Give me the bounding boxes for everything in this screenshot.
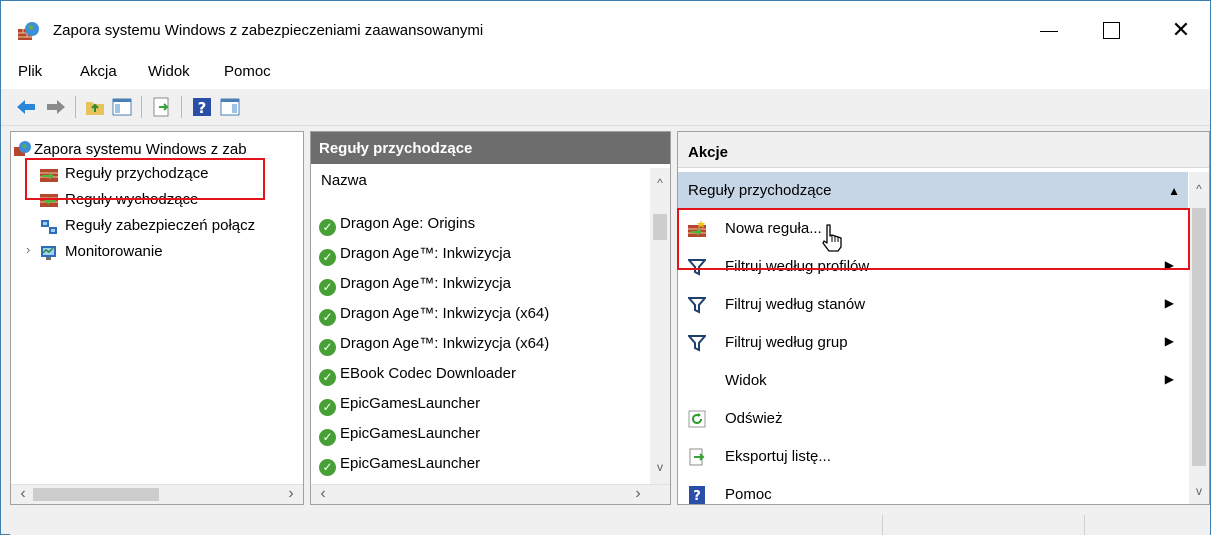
window-title: Zapora systemu Windows z zabezpieczeniam… — [53, 22, 484, 39]
menu-bar: Plik Akcja Widok Pomoc — [1, 59, 1210, 89]
svg-text:?: ? — [693, 489, 701, 504]
tree-item-connection-security[interactable]: Reguły zabezpieczeń połącz — [65, 217, 255, 234]
scroll-right-arrow-icon[interactable]: › — [628, 485, 648, 504]
action-refresh[interactable]: Odśwież — [678, 400, 1188, 438]
firewall-app-icon — [18, 22, 39, 40]
show-action-pane-icon[interactable] — [219, 96, 241, 118]
scroll-thumb[interactable] — [33, 488, 159, 501]
rules-vertical-scrollbar[interactable]: ^ v — [650, 168, 670, 486]
enabled-check-icon: ✓ — [319, 339, 336, 356]
filter-icon — [688, 297, 706, 314]
enabled-check-icon: ✓ — [319, 309, 336, 326]
actions-section-inbound[interactable]: Reguły przychodzące ▲ — [678, 172, 1188, 209]
toolbar-separator — [181, 96, 182, 118]
enabled-check-icon: ✓ — [319, 459, 336, 476]
enabled-check-icon: ✓ — [319, 399, 336, 416]
menu-pomoc[interactable]: Pomoc — [224, 63, 271, 80]
export-icon — [689, 448, 705, 466]
submenu-arrow-icon: ▶ — [1164, 372, 1174, 386]
show-hide-tree-icon[interactable] — [111, 96, 133, 118]
scroll-left-arrow-icon[interactable]: ‹ — [13, 485, 33, 504]
toolbar-separator — [75, 96, 76, 118]
help-icon[interactable]: ? — [191, 96, 213, 118]
rule-row[interactable]: ✓ Dragon Age™: Inkwizycja (x64) — [319, 335, 549, 356]
status-bar — [10, 511, 1210, 535]
enabled-check-icon: ✓ — [319, 219, 336, 236]
action-view[interactable]: Widok ▶ — [678, 362, 1188, 400]
scroll-down-arrow-icon[interactable]: v — [650, 458, 670, 477]
actions-pane: Akcje Reguły przychodzące ▲ Nowa reguła.… — [677, 131, 1210, 505]
scroll-up-arrow-icon[interactable]: ^ — [1189, 180, 1209, 199]
export-list-icon[interactable] — [151, 96, 173, 118]
rule-row[interactable]: ✓ Dragon Age: Origins — [319, 215, 475, 236]
action-filter-by-state[interactable]: Filtruj według stanów ▶ — [678, 286, 1188, 324]
highlight-inbound-rules — [25, 158, 265, 200]
enabled-check-icon: ✓ — [319, 279, 336, 296]
scroll-thumb[interactable] — [653, 214, 667, 240]
back-arrow-icon[interactable] — [15, 96, 37, 118]
scroll-right-arrow-icon[interactable]: › — [281, 485, 301, 504]
menu-akcja[interactable]: Akcja — [80, 63, 117, 80]
scroll-down-arrow-icon[interactable]: v — [1189, 482, 1209, 501]
svg-text:?: ? — [198, 99, 207, 117]
enabled-check-icon: ✓ — [319, 249, 336, 266]
column-header-name[interactable]: Nazwa — [311, 172, 367, 189]
action-export-list[interactable]: Eksportuj listę... — [678, 438, 1188, 476]
title-bar: Zapora systemu Windows z zabezpieczeniam… — [1, 1, 1210, 59]
rule-row[interactable]: ✓ EpicGamesLauncher — [319, 395, 480, 416]
actions-vertical-scrollbar[interactable]: ^ v — [1189, 172, 1209, 504]
rule-row[interactable]: ✓ EpicGamesLauncher — [319, 425, 480, 446]
rule-row[interactable]: ✓ EBook Codec Downloader — [319, 365, 516, 386]
rules-horizontal-scrollbar[interactable]: ‹ › — [311, 484, 670, 504]
close-button[interactable]: ✕ — [1169, 19, 1193, 43]
scroll-thumb[interactable] — [1192, 208, 1206, 466]
rule-row[interactable]: ✓ Dragon Age™: Inkwizycja (x64) — [319, 305, 549, 326]
action-filter-by-group[interactable]: Filtruj według grup ▶ — [678, 324, 1188, 362]
firewall-window: Zapora systemu Windows z zabezpieczeniam… — [0, 0, 1211, 535]
submenu-arrow-icon: ▶ — [1164, 334, 1174, 348]
help-icon: ? — [689, 486, 705, 504]
rules-pane-header: Reguły przychodzące — [311, 132, 670, 164]
menu-plik[interactable]: Plik — [18, 63, 42, 80]
tree-root-label[interactable]: Zapora systemu Windows z zab — [34, 141, 247, 158]
status-divider — [1084, 515, 1085, 535]
collapse-up-icon[interactable]: ▲ — [1168, 184, 1180, 198]
actions-header: Akcje — [678, 132, 1209, 168]
filter-icon — [688, 335, 706, 352]
status-divider — [882, 515, 883, 535]
toolbar: ? — [1, 89, 1210, 126]
rule-row[interactable]: ✓ Dragon Age™: Inkwizycja — [319, 245, 511, 266]
tree-horizontal-scrollbar[interactable]: ‹ › — [11, 484, 303, 504]
action-help[interactable]: ? Pomoc — [678, 476, 1188, 504]
forward-arrow-icon[interactable] — [45, 96, 67, 118]
highlight-new-rule — [677, 208, 1190, 270]
chevron-right-icon[interactable]: › — [26, 242, 30, 257]
scroll-left-arrow-icon[interactable]: ‹ — [313, 485, 333, 504]
connection-security-icon — [41, 220, 57, 234]
submenu-arrow-icon: ▶ — [1164, 296, 1174, 310]
toolbar-separator — [141, 96, 142, 118]
rules-list-pane: Reguły przychodzące Nazwa ✓ Dragon Age: O… — [310, 131, 671, 505]
firewall-globe-icon — [14, 141, 31, 156]
rule-row[interactable]: ✓ Dragon Age™: Inkwizycja — [319, 275, 511, 296]
up-folder-icon[interactable] — [84, 96, 106, 118]
monitor-icon — [41, 246, 56, 260]
maximize-button[interactable] — [1099, 19, 1123, 43]
minimize-button[interactable] — [1038, 19, 1062, 43]
enabled-check-icon: ✓ — [319, 369, 336, 386]
tree-item-monitoring[interactable]: Monitorowanie — [65, 243, 163, 260]
hand-pointer-icon — [822, 224, 842, 252]
menu-widok[interactable]: Widok — [148, 63, 190, 80]
scroll-up-arrow-icon[interactable]: ^ — [650, 174, 670, 193]
enabled-check-icon: ✓ — [319, 429, 336, 446]
rule-row[interactable]: ✓ EpicGamesLauncher — [319, 455, 480, 476]
refresh-icon — [688, 410, 706, 428]
